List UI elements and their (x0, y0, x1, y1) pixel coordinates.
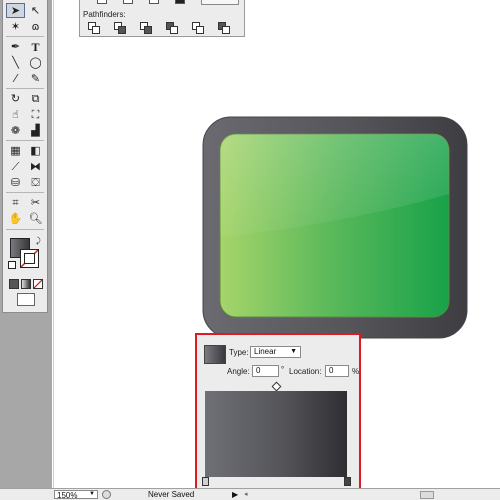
status-menu-arrow-icon[interactable]: ▶ (232, 490, 238, 499)
outline-icon[interactable] (192, 22, 204, 34)
angle-label: Angle: (227, 367, 250, 376)
location-input[interactable]: 0 (325, 365, 349, 377)
merge-icon[interactable] (140, 22, 152, 34)
tools-separator (6, 88, 44, 89)
pen-tool-icon[interactable]: ✒ (6, 39, 25, 54)
type-dropdown[interactable]: Linear ▼ (250, 346, 301, 358)
ellipse-tool-icon[interactable]: ◯ (26, 55, 45, 70)
eraser-tool-icon[interactable]: ✂ (26, 195, 45, 210)
graph-tool-icon[interactable]: ▟ (26, 123, 45, 138)
default-fill-stroke-icon[interactable] (8, 261, 16, 269)
tools-separator (6, 192, 44, 193)
pathfinders-label: Pathfinders: (83, 10, 126, 19)
selection-tool-icon[interactable]: ➤ (6, 3, 25, 18)
magic-wand-tool-icon[interactable]: ✶ (6, 19, 25, 34)
type-label: Type: (229, 348, 249, 357)
zoom-tool-icon[interactable]: 🔍︎ (26, 211, 45, 226)
location-label: Location: (289, 367, 322, 376)
status-text: Never Saved (148, 490, 195, 499)
blend-tool-icon[interactable]: ⧓ (26, 159, 45, 174)
swap-fill-stroke-icon[interactable]: ⤸ (36, 236, 41, 246)
zoom-dropdown[interactable]: 150% ▼ (54, 490, 98, 500)
device-artwork (202, 116, 468, 339)
tools-panel: ➤ ↖ ✶ ɷ ✒ T ╲ ◯ ⁄ ✎ ↻ ⧉ ☝ ⛶ ❁ ▟ ▦ ◧ ⟋ ⧓ … (2, 0, 48, 313)
type-tool-icon[interactable]: T (26, 39, 45, 54)
gradient-preview-swatch[interactable] (204, 345, 226, 364)
pencil-tool-icon[interactable]: ✎ (26, 71, 45, 86)
tools-separator (6, 36, 44, 37)
gradient-ramp[interactable] (205, 391, 347, 477)
gradient-panel: Type: Linear ▼ Angle: 0 ° Location: 0 % (195, 333, 361, 490)
midpoint-diamond[interactable] (271, 381, 282, 392)
type-dropdown-value: Linear (254, 347, 277, 356)
gradient-stop-left[interactable] (202, 477, 209, 486)
color-mode-icon[interactable] (9, 279, 19, 289)
live-paint-selection-tool-icon[interactable]: ⛋ (26, 175, 45, 190)
paintbrush-tool-icon[interactable]: ⁄ (6, 71, 25, 86)
status-nav-icon[interactable] (102, 490, 111, 499)
degree-symbol: ° (281, 365, 285, 374)
gradient-tool-icon[interactable]: ◧ (26, 143, 45, 158)
shape-mode-exclude-icon[interactable] (175, 0, 185, 4)
crop-icon[interactable] (166, 22, 178, 34)
screen-mode-icon[interactable] (17, 293, 35, 306)
location-unit: % (352, 367, 360, 376)
scale-tool-icon[interactable]: ⧉ (26, 91, 45, 106)
chevron-down-icon: ▼ (89, 491, 95, 497)
eyedropper-tool-icon[interactable]: ⟋ (6, 159, 25, 174)
shape-mode-intersect-icon[interactable] (149, 0, 159, 4)
none-mode-icon[interactable] (33, 279, 43, 289)
zoom-value: 150% (57, 491, 78, 500)
shape-mode-unite-icon[interactable] (97, 0, 107, 4)
free-transform-tool-icon[interactable]: ⛶ (26, 107, 45, 122)
gradient-mode-icon[interactable] (21, 279, 31, 289)
chevron-down-icon: ▼ (290, 348, 297, 355)
trim-icon[interactable] (114, 22, 126, 34)
slice-tool-icon[interactable]: ⌗ (6, 195, 25, 210)
divide-icon[interactable] (88, 22, 100, 34)
tools-separator (6, 229, 44, 230)
direct-selection-tool-icon[interactable]: ↖ (26, 3, 45, 18)
lasso-tool-icon[interactable]: ɷ (26, 19, 45, 34)
expand-button[interactable] (201, 0, 239, 5)
tools-separator (6, 140, 44, 141)
horizontal-scrollbar-thumb[interactable] (420, 491, 434, 499)
line-tool-icon[interactable]: ╲ (6, 55, 25, 70)
shape-modes-row (83, 0, 241, 5)
symbol-sprayer-tool-icon[interactable]: ❁ (6, 123, 25, 138)
gradient-stop-right[interactable] (344, 477, 351, 486)
stroke-swatch[interactable] (20, 249, 39, 268)
hand-tool-icon[interactable]: ✋ (6, 211, 25, 226)
shape-mode-minus-front-icon[interactable] (123, 0, 133, 4)
minus-back-icon[interactable] (218, 22, 230, 34)
angle-input[interactable]: 0 (252, 365, 279, 377)
pathfinder-panel: Pathfinders: (79, 0, 245, 37)
mesh-tool-icon[interactable]: ▦ (6, 143, 25, 158)
rotate-tool-icon[interactable]: ↻ (6, 91, 25, 106)
warp-tool-icon[interactable]: ☝ (6, 107, 25, 122)
scroll-left-arrow-icon[interactable]: ◂ (244, 490, 248, 498)
status-bar: 150% ▼ Never Saved ▶ ◂ (0, 488, 500, 500)
live-paint-bucket-tool-icon[interactable]: ⛁ (6, 175, 25, 190)
canvas-edge (53, 0, 54, 488)
